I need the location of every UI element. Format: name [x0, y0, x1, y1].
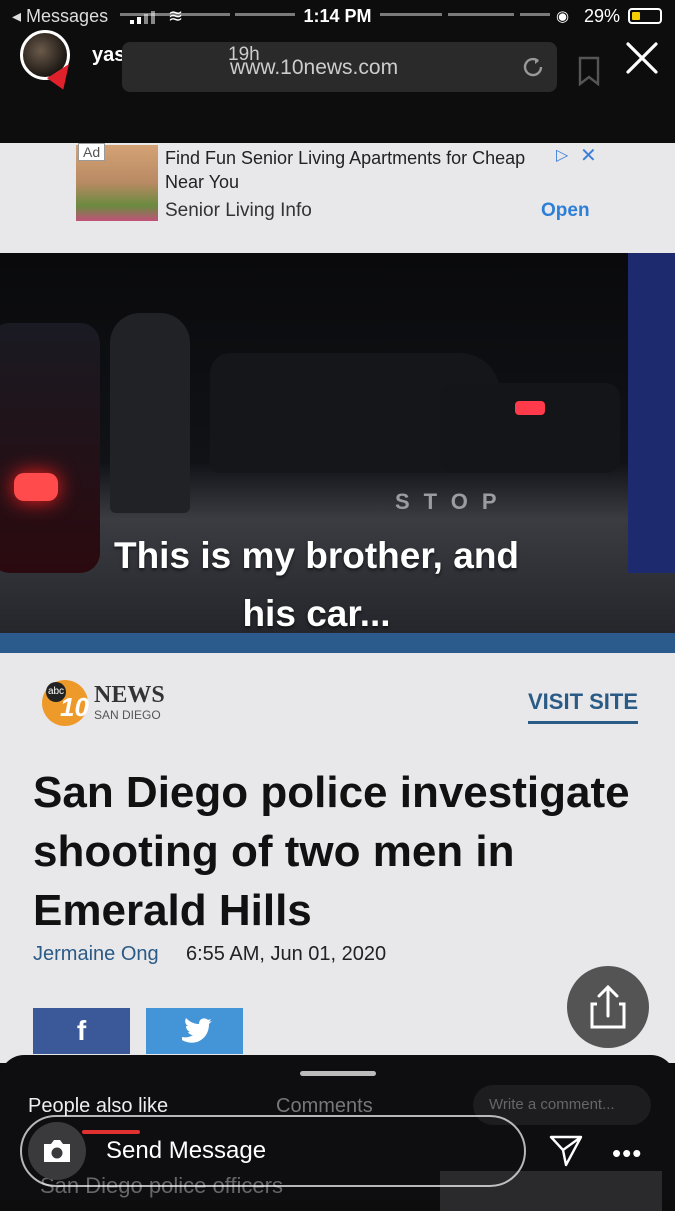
photo-stop-marking: STOP [395, 489, 511, 514]
ad-badge: Ad [78, 143, 106, 161]
share-icon [590, 984, 626, 1029]
story-progress-segment [520, 13, 550, 16]
bookmark-icon [578, 56, 600, 86]
status-time: 1:14 PM [303, 6, 372, 26]
article-author[interactable]: Jermaine Ong [33, 943, 159, 966]
ad-open-button[interactable]: Open [541, 200, 590, 222]
close-icon[interactable] [622, 38, 662, 78]
ad-close-icon[interactable]: ✕ [580, 143, 597, 168]
photo-divider [0, 633, 675, 653]
twitter-icon [182, 1018, 212, 1043]
ad-headline[interactable]: Find Fun Senior Living Apartments for Ch… [165, 146, 555, 194]
sheet-drag-handle[interactable] [300, 1071, 376, 1076]
photo-tail-light [515, 401, 545, 415]
story-progress-segment [120, 13, 230, 16]
photo-car [440, 383, 620, 473]
photo-tail-light [14, 473, 58, 501]
rotation-lock-icon: ◉ [556, 8, 570, 25]
battery-level [632, 12, 640, 20]
camera-icon [44, 1140, 70, 1162]
ad-choices-icon[interactable]: ▷ [556, 145, 568, 165]
more-options-icon[interactable]: ••• [612, 1138, 642, 1169]
facebook-share-button[interactable]: f [33, 1008, 130, 1054]
battery-percent: 29% [584, 6, 621, 26]
direct-message-icon[interactable] [548, 1132, 584, 1168]
story-caption-line-1: This is my brother, and [113, 535, 520, 576]
story-time-ago: 19h [228, 44, 260, 65]
twitter-share-button[interactable] [146, 1008, 243, 1054]
status-bar: ◂ Messages ≋ 1:14 PM ◉ 29% [0, 0, 675, 36]
story-progress-segment [380, 13, 442, 16]
ad-banner[interactable]: Ad Find Fun Senior Living Apartments for… [0, 143, 675, 251]
ad-advertiser: Senior Living Info [165, 200, 312, 221]
photo-officer [110, 313, 190, 513]
10news-logo: abc 10 NEWS SAN DIEGO [42, 678, 182, 730]
logo-news: NEWS [94, 682, 165, 708]
story-caption-line-2: his car... [242, 593, 391, 633]
article-headline: San Diego police investigate shooting of… [33, 768, 630, 935]
photo-police-van [628, 253, 675, 573]
visit-site-link[interactable]: VISIT SITE [528, 689, 639, 724]
story-progress-segment [448, 13, 514, 16]
article-photo: STOP This is my brother, and his car... [0, 253, 675, 633]
story-progress-segment [235, 13, 295, 16]
facebook-icon: f [76, 1015, 87, 1046]
battery-icon [628, 8, 662, 24]
send-message-field[interactable] [20, 1115, 526, 1187]
logo-subtitle: SAN DIEGO [94, 708, 161, 722]
reply-progress [82, 1130, 140, 1134]
send-message-placeholder[interactable]: Send Message [106, 1137, 266, 1165]
camera-button[interactable] [28, 1122, 86, 1180]
share-button[interactable] [567, 966, 649, 1048]
url-bar: www.10news.com [122, 42, 557, 92]
article-date: 6:55 AM, Jun 01, 2020 [186, 943, 387, 965]
reload-icon [523, 57, 543, 77]
web-page: Ad Find Fun Senior Living Apartments for… [0, 143, 675, 1063]
logo-number: 10 [60, 692, 89, 722]
